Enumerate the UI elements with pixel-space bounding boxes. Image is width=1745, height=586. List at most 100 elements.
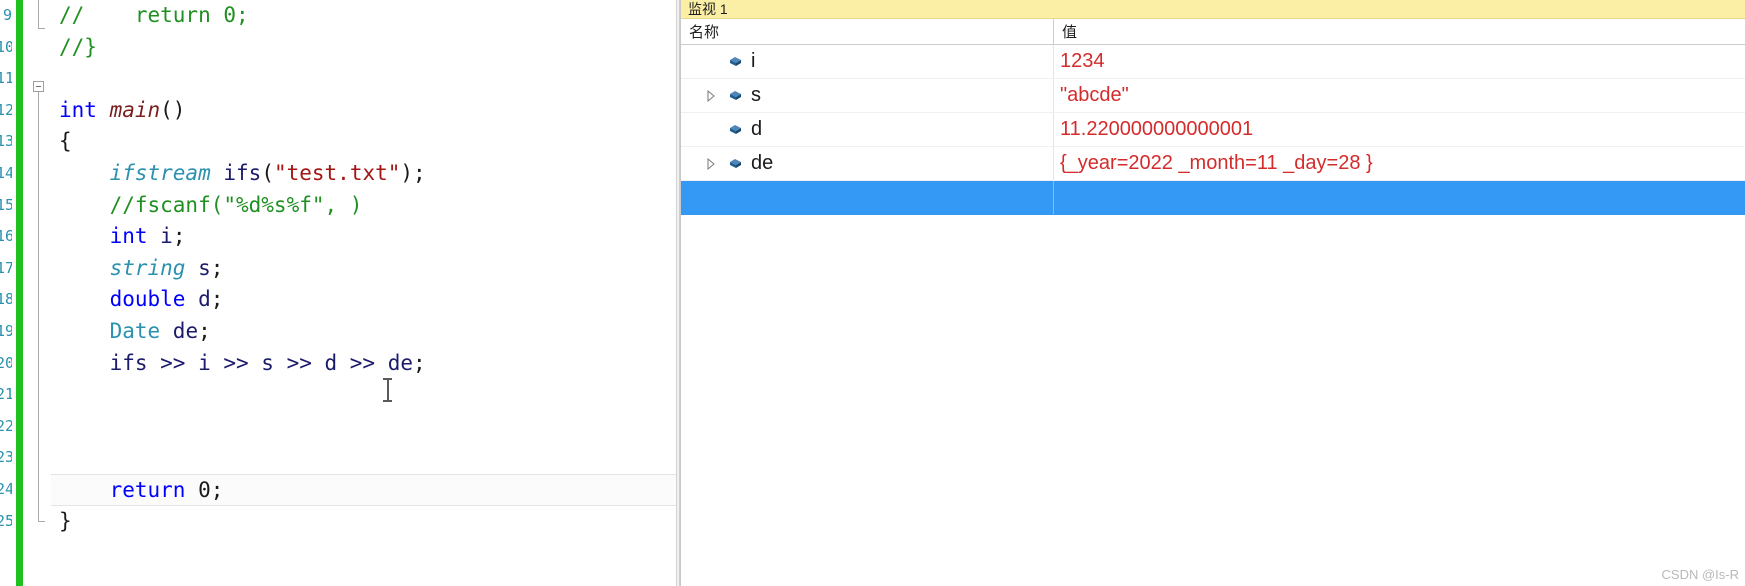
code-line[interactable]: {	[51, 126, 680, 158]
code-token: (	[261, 160, 274, 185]
watch-row-name-cell[interactable]: d	[681, 113, 1054, 146]
line-number: 16	[0, 227, 12, 246]
line-number: 13	[0, 132, 12, 151]
line-number: 21	[0, 385, 12, 404]
code-token: double	[109, 287, 186, 312]
line-number: 25	[0, 511, 12, 530]
code-token: ifs >> i >> s >> d >> de	[59, 350, 414, 375]
code-line[interactable]: //}	[51, 32, 680, 64]
watch-row[interactable]: i 1234	[681, 45, 1745, 79]
watch-window-title: 监视 1	[688, 1, 728, 17]
code-token: 0	[198, 477, 211, 502]
expander-spacer	[699, 181, 723, 214]
watch-variable-name: d	[751, 118, 763, 140]
line-number: 17	[0, 258, 12, 277]
column-header-value[interactable]: 值	[1054, 19, 1745, 44]
code-line[interactable]: string s;	[51, 253, 680, 285]
outline-elbow-main	[38, 521, 45, 522]
line-number: 20	[0, 353, 12, 372]
code-token: ;	[172, 224, 186, 249]
code-line[interactable]: ifstream ifs("test.txt");	[51, 158, 680, 190]
code-token: d	[185, 287, 211, 312]
line-number-gutter: 9 10 11 12 13 14 15 16 17 18 19 20 21 22 23 24 25	[0, 0, 14, 586]
line-number: 11	[0, 69, 12, 88]
code-token: Date	[109, 318, 161, 343]
code-line[interactable]: int i;	[51, 221, 680, 253]
code-token: "test.txt"	[273, 160, 401, 185]
expand-triangle-icon[interactable]	[699, 79, 723, 112]
collapse-toggle-main[interactable]	[33, 81, 44, 92]
code-line-current[interactable]: return 0;	[51, 473, 680, 506]
code-token: ifs	[210, 160, 262, 185]
line-number: 24	[0, 479, 12, 498]
watch-variable-name: s	[751, 84, 761, 106]
code-token: s	[185, 255, 211, 280]
expander-spacer	[699, 45, 723, 78]
line-number: 10	[0, 37, 12, 56]
watch-row[interactable]: de {_year=2022 _month=11 _day=28 }	[681, 147, 1745, 181]
code-line[interactable]	[51, 63, 680, 95]
outline-guide-line	[38, 0, 39, 28]
code-line[interactable]: }	[51, 506, 680, 538]
variable-cube-icon	[725, 52, 745, 72]
code-line[interactable]: // return 0;	[51, 0, 680, 32]
watch-variable-value[interactable]	[1054, 181, 1745, 214]
line-number: 23	[0, 448, 12, 467]
watch-rows-container: i 1234 s "abcde" d 11.220000000000001 de {_year…	[681, 45, 1745, 215]
code-token: i	[147, 224, 173, 249]
line-number: 22	[0, 416, 12, 435]
code-line[interactable]	[51, 411, 680, 443]
code-token: int	[59, 97, 110, 122]
code-line[interactable]: //fscanf("%d%s%f", )	[51, 190, 680, 222]
watch-variable-name: i	[751, 50, 756, 72]
column-header-name[interactable]: 名称	[681, 19, 1054, 44]
watch-row-name-cell[interactable]: i	[681, 45, 1054, 78]
code-line[interactable]: Date de;	[51, 316, 680, 348]
watch-row-name-cell[interactable]: s	[681, 79, 1054, 112]
text-cursor-icon	[383, 378, 392, 402]
code-token: // return 0;	[59, 3, 249, 27]
column-header-value-label: 值	[1062, 24, 1078, 41]
code-token: ;	[210, 287, 224, 312]
code-token: int	[109, 224, 148, 249]
code-line[interactable]	[51, 442, 680, 474]
code-token: }	[59, 508, 72, 533]
code-token: //fscanf("%d%s%f", )	[59, 192, 363, 217]
code-outlining-margin[interactable]	[27, 0, 51, 586]
code-editor-pane[interactable]: 9 10 11 12 13 14 15 16 17 18 19 20 21 22 23 24 25 // ret…	[0, 0, 680, 586]
watch-variable-value[interactable]: 11.220000000000001	[1054, 113, 1745, 146]
expand-triangle-icon[interactable]	[699, 147, 723, 180]
code-line[interactable]: double d;	[51, 284, 680, 316]
watch-variable-value[interactable]: {_year=2022 _month=11 _day=28 }	[1054, 147, 1745, 180]
code-token: {	[59, 129, 72, 154]
line-number: 14	[0, 163, 12, 182]
code-token: main	[109, 97, 161, 122]
column-header-name-label: 名称	[689, 24, 720, 41]
watch-row[interactable]: s "abcde"	[681, 79, 1745, 113]
watch-row-name-cell[interactable]: de	[681, 147, 1054, 180]
watermark-csdn-corner: CSDN @Is-R	[1661, 567, 1739, 582]
watch-row-name-cell[interactable]	[681, 181, 1054, 214]
code-line[interactable]: int main()	[51, 95, 680, 127]
watch-row-selected[interactable]	[681, 181, 1745, 215]
watch-window-titlebar[interactable]: 监视 1	[681, 0, 1745, 19]
code-token: );	[400, 160, 426, 185]
code-token: de	[160, 318, 199, 343]
code-line[interactable]	[51, 379, 680, 411]
code-text-area[interactable]: // return 0; //} int main(){ ifstream ifs(…	[51, 0, 680, 586]
line-number: 15	[0, 195, 12, 214]
watch-variable-value[interactable]: "abcde"	[1054, 79, 1745, 112]
change-tracking-margin	[16, 0, 23, 586]
expander-spacer	[699, 113, 723, 146]
watch-row[interactable]: d 11.220000000000001	[681, 113, 1745, 147]
code-token: ;	[413, 350, 426, 375]
watch-column-headers: 名称 值	[681, 19, 1745, 45]
watch-variable-value[interactable]: 1234	[1054, 45, 1745, 78]
code-line[interactable]: ifs >> i >> s >> d >> de;	[51, 348, 680, 380]
